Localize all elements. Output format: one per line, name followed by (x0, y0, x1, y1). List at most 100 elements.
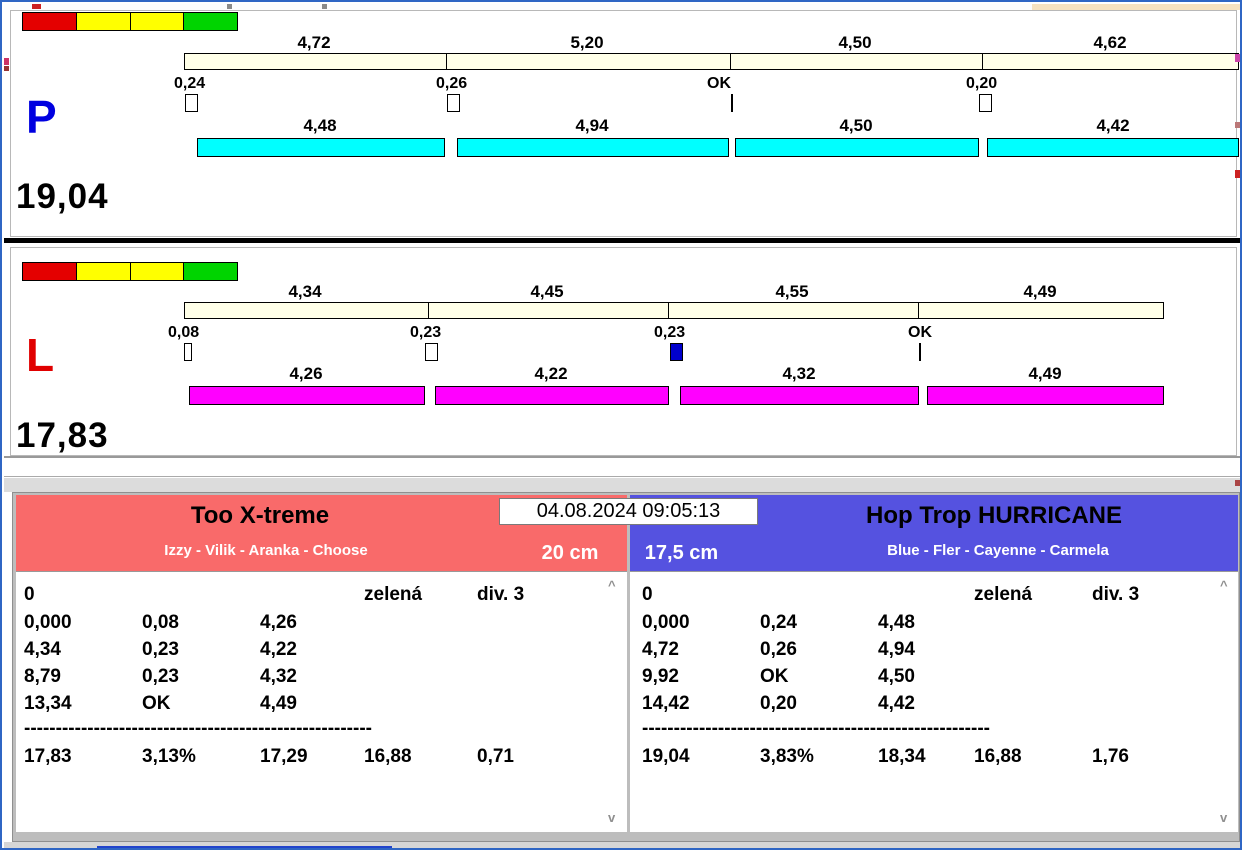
scroll-up-icon[interactable]: ^ (1220, 578, 1228, 593)
table-cell: 3,13% (142, 746, 196, 767)
table-separator: ----------------------------------------… (642, 718, 990, 739)
table-cell: 0,23 (142, 666, 179, 687)
right-edge-artifact (1235, 170, 1240, 178)
lane-p-total-time: 19,04 (16, 177, 109, 216)
table-cell: 19,04 (642, 746, 690, 767)
lane-l-sensor-marker-2 (425, 343, 438, 361)
lane-p-upper-track (184, 53, 1239, 70)
lane-l-upper-split-4: 4,49 (1023, 282, 1057, 301)
lane-l-lower-split-4: 4,49 (1028, 364, 1062, 383)
table-cell: div. 3 (477, 584, 525, 605)
lane-p-letter: P (26, 91, 57, 143)
left-results-table[interactable]: 0 zelená div. 3 0,000 0,08 4,26 4,34 0,2… (16, 571, 627, 832)
scroll-up-icon[interactable]: ^ (608, 578, 616, 593)
table-cell: zelená (974, 584, 1033, 605)
table-cell: 0 (642, 584, 653, 605)
table-cell: 0,71 (477, 746, 514, 767)
lane-p-gap-1: 0,24 (174, 75, 206, 92)
top-edge-artifact (227, 4, 232, 9)
left-edge-artifact (4, 66, 9, 71)
table-cell: 4,22 (260, 639, 297, 660)
track-divider (730, 54, 731, 69)
lane-divider (4, 238, 1240, 243)
table-cell: 4,32 (260, 666, 297, 687)
table-cell: OK (142, 693, 171, 714)
table-cell: 16,88 (974, 746, 1022, 767)
lane-p-gap-2: 0,26 (436, 75, 468, 92)
table-cell: 4,42 (878, 693, 915, 714)
lane-l-gap-2: 0,23 (410, 324, 442, 341)
lane-l-letter: L (26, 329, 55, 381)
table-cell: 0,26 (760, 639, 797, 660)
table-cell: 0,20 (760, 693, 797, 714)
top-edge-artifact (32, 4, 41, 9)
table-cell: 0,000 (24, 612, 72, 633)
table-cell: 0 (24, 584, 35, 605)
lane-l-lower-split-3: 4,32 (782, 364, 816, 383)
table-cell: 9,92 (642, 666, 679, 687)
lane-p-sensor-tick-3 (731, 94, 733, 112)
table-cell: 4,49 (260, 693, 297, 714)
right-team-height-category: 17,5 cm (644, 542, 719, 564)
table-cell: 17,29 (260, 746, 308, 767)
left-team-height-category: 20 cm (541, 542, 599, 564)
scroll-down-icon[interactable]: v (608, 810, 615, 825)
lane-p-upper-split-3: 4,50 (838, 33, 872, 52)
lane-l-upper-split-2: 4,45 (530, 282, 564, 301)
table-cell: 0,000 (642, 612, 690, 633)
track-divider (446, 54, 447, 69)
lane-p-gap-3: OK (707, 75, 731, 92)
table-cell: 4,48 (878, 612, 915, 633)
lane-p-split-bar-2 (457, 138, 729, 157)
table-cell: 4,72 (642, 639, 679, 660)
lane-p-lower-split-3: 4,50 (839, 116, 873, 135)
track-divider (668, 303, 669, 318)
lane-l-gap-3: 0,23 (654, 324, 686, 341)
lane-p-split-bar-4 (987, 138, 1239, 157)
right-edge-artifact (1235, 480, 1240, 486)
lane-l-sensor-marker-3-active (670, 343, 683, 361)
table-cell: 1,76 (1092, 746, 1129, 767)
lane-l-upper-split-3: 4,55 (775, 282, 809, 301)
lane-l-total-time: 17,83 (16, 416, 109, 455)
table-cell: 4,26 (260, 612, 297, 633)
datetime-display: 04.08.2024 09:05:13 (499, 498, 758, 525)
table-cell: 0,23 (142, 639, 179, 660)
lane-l-split-bar-1 (189, 386, 425, 405)
lane-p-sensor-marker-4 (979, 94, 992, 112)
table-cell: 0,08 (142, 612, 179, 633)
table-separator: ----------------------------------------… (24, 718, 372, 739)
lane-l-status-indicator (22, 262, 238, 281)
lane-l-lower-split-1: 4,26 (289, 364, 323, 383)
indicator-segment-green (184, 263, 237, 280)
table-cell: 4,34 (24, 639, 61, 660)
scroll-down-icon[interactable]: v (1220, 810, 1227, 825)
left-edge-artifact (4, 58, 9, 65)
indicator-segment-yellow (76, 13, 131, 30)
lane-l-split-bar-4 (927, 386, 1164, 405)
lane-l-lower-split-2: 4,22 (534, 364, 568, 383)
table-cell: 18,34 (878, 746, 926, 767)
right-team-name: Hop Trop HURRICANE (866, 502, 1122, 529)
indicator-segment-yellow (130, 263, 185, 280)
table-cell: 3,83% (760, 746, 814, 767)
table-cell: zelená (364, 584, 423, 605)
table-cell: 13,34 (24, 693, 72, 714)
lane-p-lower-split-1: 4,48 (303, 116, 337, 135)
taskbar-artifact (97, 846, 392, 848)
lane-p-split-bar-3 (735, 138, 979, 157)
lane-l-sensor-tick-4 (919, 343, 921, 361)
indicator-segment-red (23, 13, 77, 30)
left-team-name: Too X-treme (190, 502, 330, 529)
lane-p-upper-split-4: 4,62 (1093, 33, 1127, 52)
left-team-members: Izzy - Vilik - Aranka - Choose (164, 542, 368, 559)
lane-p-upper-split-1: 4,72 (297, 33, 331, 52)
indicator-segment-green (184, 13, 237, 30)
lane-p-lower-split-2: 4,94 (575, 116, 609, 135)
table-cell: div. 3 (1092, 584, 1140, 605)
lane-l-sensor-marker-1 (184, 343, 192, 361)
lane-l-split-bar-3 (680, 386, 919, 405)
gap-strip (4, 478, 1240, 492)
collapsed-panel-strip (4, 456, 1240, 477)
right-results-table[interactable]: 0 zelená div. 3 0,000 0,24 4,48 4,72 0,2… (630, 571, 1238, 832)
